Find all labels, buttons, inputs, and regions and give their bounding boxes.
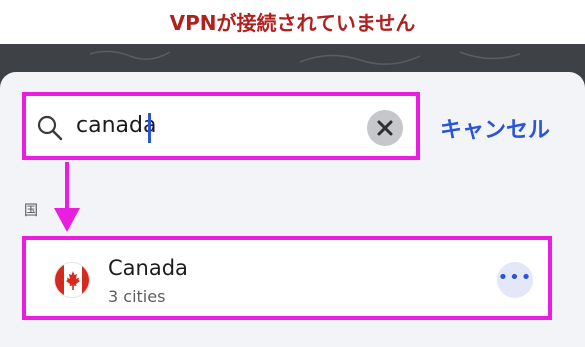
vpn-status-banner: VPNが接続されていません — [0, 0, 585, 44]
result-highlight-annotation — [22, 236, 552, 320]
arrow-down-icon — [52, 162, 82, 238]
search-highlight-annotation — [22, 92, 420, 160]
vpn-status-text: VPNが接続されていません — [169, 11, 416, 35]
section-header-countries: 国 — [24, 203, 38, 219]
cancel-button[interactable]: キャンセル — [440, 112, 550, 144]
